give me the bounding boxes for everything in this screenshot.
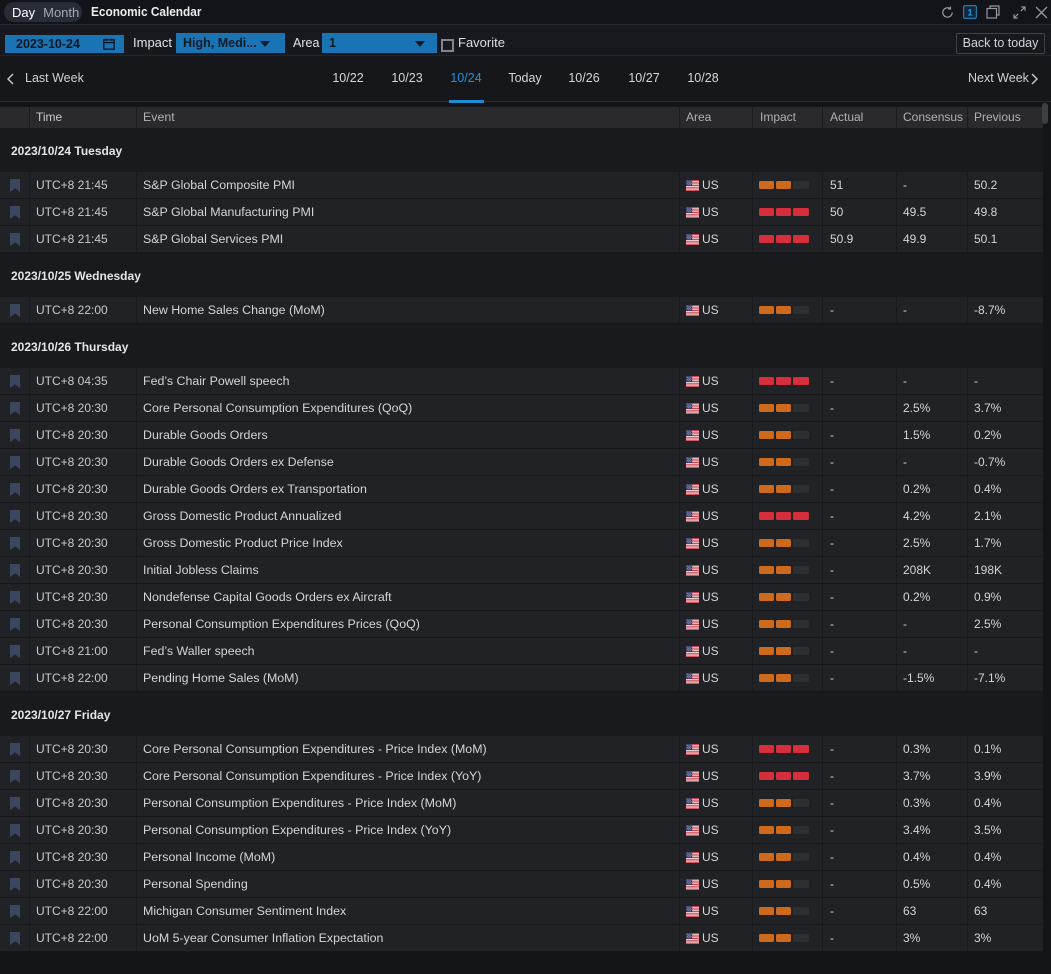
svg-text:1: 1 bbox=[967, 8, 973, 19]
